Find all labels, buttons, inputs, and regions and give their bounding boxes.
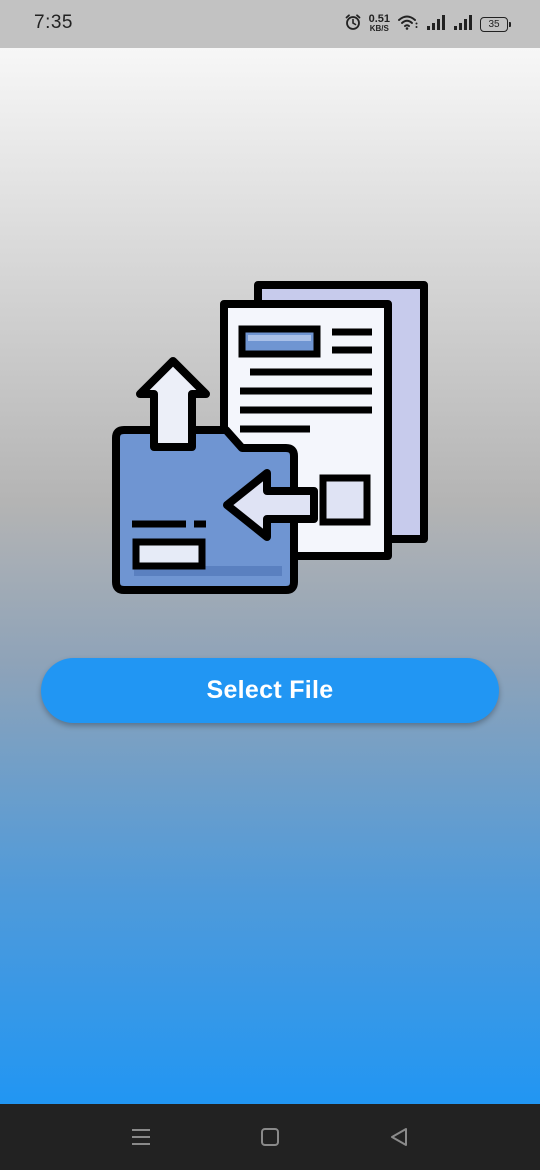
battery-icon: 35 <box>480 16 511 32</box>
navigation-bar <box>0 1104 540 1170</box>
signal-icon <box>453 14 473 35</box>
menu-icon[interactable] <box>128 1124 154 1150</box>
home-square-icon[interactable] <box>257 1124 283 1150</box>
status-time: 7:35 <box>34 12 73 33</box>
signal-icon <box>426 14 446 35</box>
network-speed-value: 0.51 <box>368 13 390 25</box>
network-speed-unit: KB/S <box>369 24 389 33</box>
status-icons: 0.51 KB/S 35 <box>344 12 511 36</box>
main-content: Select File <box>0 48 540 1104</box>
alarm-icon <box>344 13 362 36</box>
network-speed: 0.51 KB/S <box>368 13 390 34</box>
app-screen: 7:35 0.51 KB/S 35 Select File <box>0 0 540 1170</box>
back-triangle-icon[interactable] <box>386 1124 412 1150</box>
wifi-icon <box>397 13 419 36</box>
status-bar: 7:35 0.51 KB/S 35 <box>0 0 540 48</box>
select-file-button[interactable]: Select File <box>41 658 499 723</box>
file-upload-transfer-icon <box>112 281 428 594</box>
